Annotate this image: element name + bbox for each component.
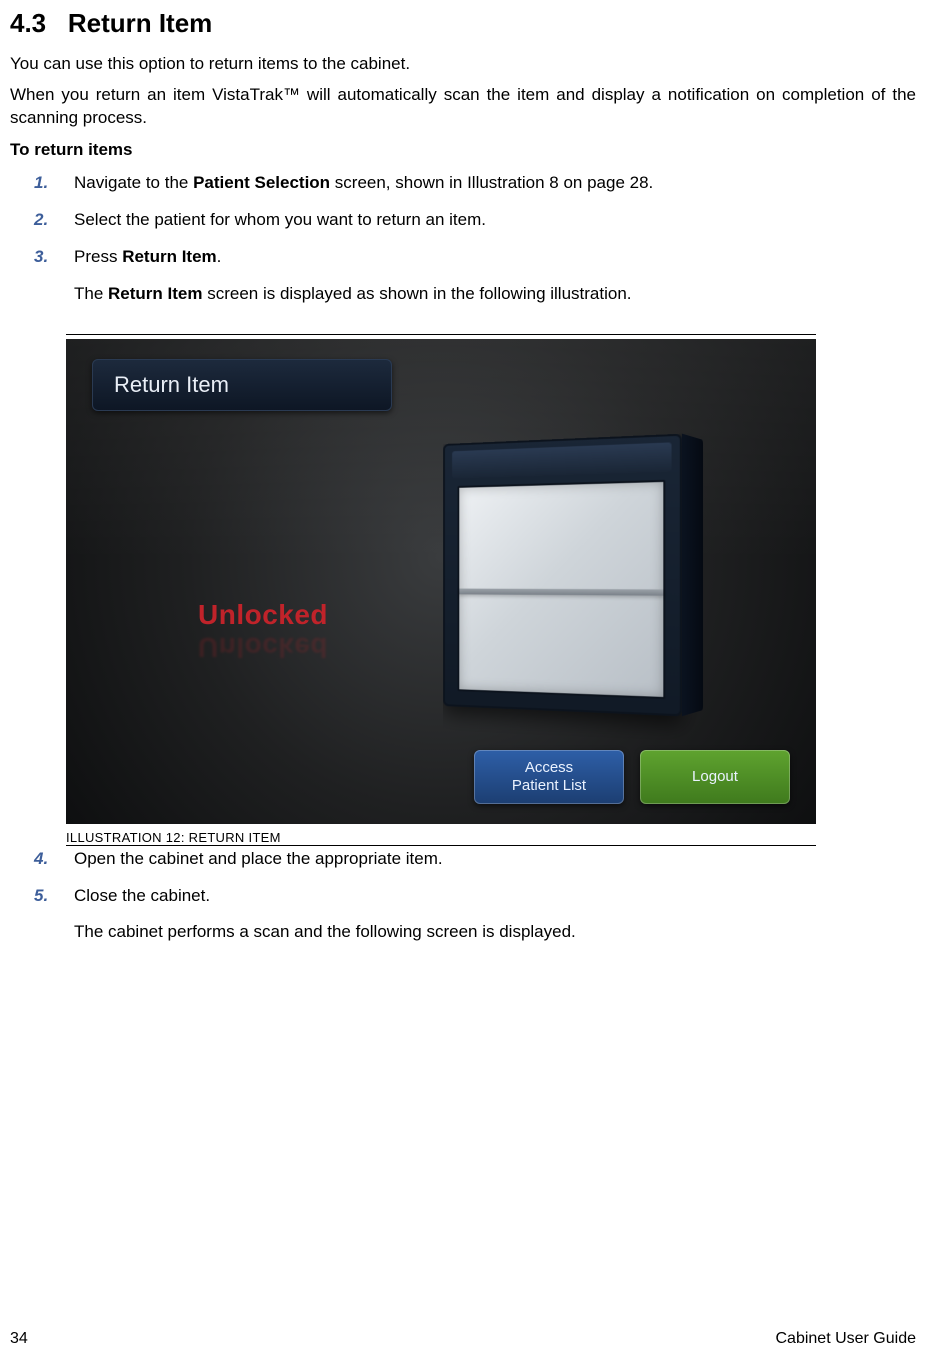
access-patient-list-line1: Access — [525, 759, 573, 776]
step-5-number: 5. — [34, 885, 74, 945]
step-2: 2. Select the patient for whom you want … — [34, 209, 916, 232]
step-3-detail: The Return Item screen is displayed as s… — [74, 283, 916, 306]
page-number: 34 — [10, 1330, 28, 1348]
intro-paragraph-2: When you return an item VistaTrak™ will … — [10, 84, 916, 130]
step-5-detail: The cabinet performs a scan and the foll… — [74, 921, 916, 944]
step-1: 1. Navigate to the Patient Selection scr… — [34, 172, 916, 195]
caption-w2: ETURN ITEM — [198, 830, 280, 845]
step-4: 4. Open the cabinet and place the approp… — [34, 848, 916, 871]
step-3-detail-post: screen is displayed as shown in the foll… — [203, 284, 632, 303]
step-1-number: 1. — [34, 172, 74, 195]
step-1-pre: Navigate to the — [74, 173, 193, 192]
step-1-body: Navigate to the Patient Selection screen… — [74, 172, 916, 195]
step-3-post: . — [217, 247, 222, 266]
steps-list-continued: 4. Open the cabinet and place the approp… — [34, 848, 916, 945]
logout-button-label: Logout — [692, 768, 738, 785]
step-5-text: Close the cabinet. — [74, 886, 210, 905]
step-3-number: 3. — [34, 246, 74, 306]
step-1-bold: Patient Selection — [193, 173, 330, 192]
page-footer: 34 Cabinet User Guide — [10, 1330, 916, 1348]
steps-list: 1. Navigate to the Patient Selection scr… — [34, 172, 916, 306]
illustration-caption: ILLUSTRATION 12: RETURN ITEM — [66, 830, 816, 845]
step-1-post: screen, shown in Illustration 8 on page … — [330, 173, 653, 192]
unlocked-status: Unlocked — [198, 599, 328, 631]
return-item-screen: Return Item Unlocked Unlocked Access Pat… — [66, 339, 816, 824]
caption-num: 12: — [162, 830, 189, 845]
step-4-body: Open the cabinet and place the appropria… — [74, 848, 916, 871]
screen-title-text: Return Item — [114, 372, 229, 398]
procedure-heading: To return items — [10, 140, 916, 160]
caption-r: R — [189, 830, 199, 845]
document-title: Cabinet User Guide — [775, 1330, 916, 1348]
step-3-detail-pre: The — [74, 284, 108, 303]
logout-button[interactable]: Logout — [640, 750, 790, 804]
screen-title-bar: Return Item — [92, 359, 392, 411]
step-2-body: Select the patient for whom you want to … — [74, 209, 916, 232]
access-patient-list-line2: Patient List — [512, 777, 586, 794]
step-4-number: 4. — [34, 848, 74, 871]
figure-top-rule — [66, 334, 816, 335]
cabinet-icon — [443, 433, 682, 716]
section-heading: 4.3 Return Item — [10, 8, 916, 39]
step-5-body: Close the cabinet. The cabinet performs … — [74, 885, 916, 945]
step-5: 5. Close the cabinet. The cabinet perfor… — [34, 885, 916, 945]
step-3-bold: Return Item — [122, 247, 216, 266]
section-number: 4.3 — [10, 8, 46, 38]
step-3: 3. Press Return Item. The Return Item sc… — [34, 246, 916, 306]
figure-wrap: Return Item Unlocked Unlocked Access Pat… — [66, 334, 816, 846]
step-3-detail-bold: Return Item — [108, 284, 202, 303]
caption-w1: LLUSTRATION — [70, 830, 162, 845]
step-3-pre: Press — [74, 247, 122, 266]
access-patient-list-button[interactable]: Access Patient List — [474, 750, 624, 804]
section-title: Return Item — [68, 8, 212, 38]
step-3-body: Press Return Item. The Return Item scree… — [74, 246, 916, 306]
intro-paragraph-1: You can use this option to return items … — [10, 53, 916, 76]
step-2-number: 2. — [34, 209, 74, 232]
figure-bottom-rule — [66, 845, 816, 846]
unlocked-status-reflection-icon: Unlocked — [198, 631, 328, 663]
